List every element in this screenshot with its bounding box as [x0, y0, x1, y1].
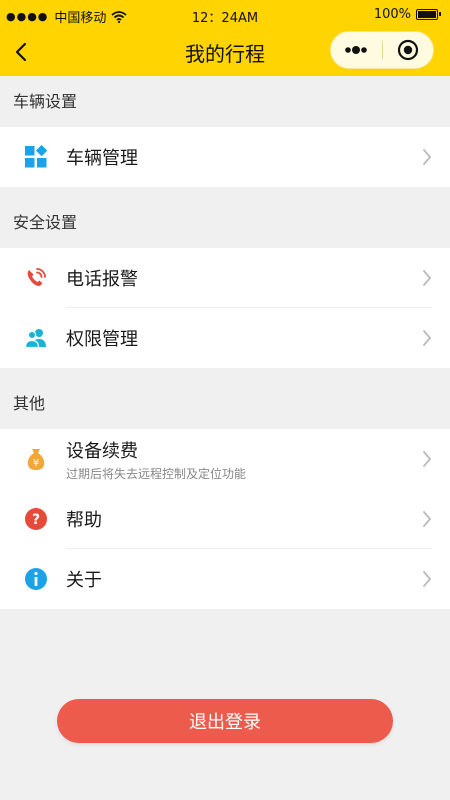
chevron-right-icon: [423, 330, 432, 346]
list-item-device-renewal[interactable]: ¥ 设备续费 过期后将失去远程控制及定位功能: [0, 429, 450, 489]
section-header-other: 其他: [13, 394, 46, 413]
help-icon: ?: [25, 508, 47, 530]
list-item-about[interactable]: 关于: [0, 549, 450, 609]
vehicle-settings-card: 车辆管理: [0, 127, 450, 187]
list-item-label: 帮助: [66, 510, 102, 531]
list-item-label: 设备续费: [66, 441, 138, 462]
list-item-label: 关于: [66, 570, 102, 591]
chevron-right-icon: [423, 571, 432, 587]
list-item-vehicle-management[interactable]: 车辆管理: [0, 127, 450, 187]
section-header-vehicle: 车辆设置: [13, 92, 78, 111]
list-item-label: 权限管理: [66, 329, 138, 350]
list-item-subtitle: 过期后将失去远程控制及定位功能: [66, 467, 247, 481]
battery-percentage: 100%: [373, 7, 411, 22]
list-item-permission-management[interactable]: 权限管理: [0, 308, 450, 368]
svg-text:¥: ¥: [33, 458, 39, 469]
chevron-right-icon: [423, 149, 432, 165]
chevron-right-icon: [423, 270, 432, 286]
list-item-phone-alarm[interactable]: 电话报警: [0, 248, 450, 308]
status-bar: ●●●● 中国移动 12：24AM 100%: [0, 0, 450, 30]
target-close-icon: [397, 39, 418, 61]
more-dots-icon: [345, 46, 368, 54]
list-item-label: 电话报警: [66, 269, 138, 290]
close-miniprogram-button[interactable]: [383, 32, 434, 68]
section-header-security: 安全设置: [13, 213, 78, 232]
logout-button[interactable]: 退出登录: [57, 699, 393, 743]
more-button[interactable]: [331, 32, 382, 68]
info-icon: [25, 568, 47, 590]
battery-icon: [416, 9, 441, 20]
phone-alarm-icon: [27, 268, 46, 286]
miniprogram-capsule: [330, 31, 434, 69]
security-settings-card: 电话报警 权限管理: [0, 248, 450, 368]
other-settings-card: ¥ 设备续费 过期后将失去远程控制及定位功能 ? 帮助 关于: [0, 429, 450, 609]
list-item-help[interactable]: ? 帮助: [0, 489, 450, 549]
list-item-label: 车辆管理: [66, 148, 138, 169]
nav-bar: 我的行程: [0, 30, 450, 76]
grid-icon: [25, 145, 48, 168]
users-icon: [24, 329, 46, 349]
money-bag-icon: ¥: [27, 449, 45, 470]
svg-text:?: ?: [32, 512, 40, 528]
chevron-right-icon: [423, 511, 432, 527]
chevron-right-icon: [423, 451, 432, 467]
